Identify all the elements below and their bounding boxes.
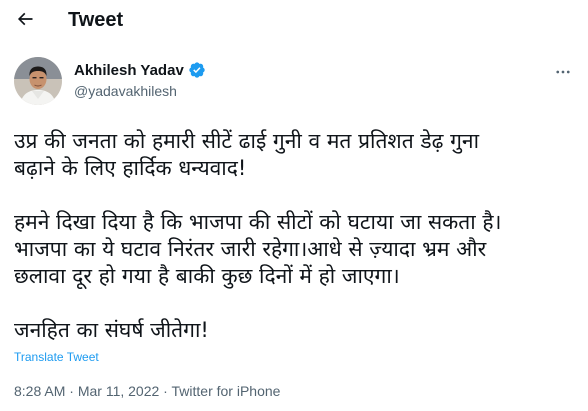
translate-tweet-link[interactable]: Translate Tweet <box>14 350 99 364</box>
page-title: Tweet <box>68 9 124 31</box>
arrow-left-icon <box>15 9 35 33</box>
more-horizontal-icon <box>554 63 572 85</box>
name-row: Akhilesh Yadav <box>74 61 206 79</box>
tweet-paragraph: हमने दिखा दिया है कि भाजपा की सीटों को घ… <box>14 210 502 288</box>
tweet-paragraph: उप्र की जनता को हमारी सीटें ढाई गुनी व म… <box>14 129 480 180</box>
author-handle[interactable]: @yadavakhilesh <box>74 83 177 99</box>
tweet-metadata: 8:28 AM · Mar 11, 2022 · Twitter for iPh… <box>14 383 280 399</box>
separator: · <box>65 383 78 399</box>
separator: · <box>159 383 172 399</box>
top-bar: Tweet <box>0 0 588 42</box>
avatar[interactable] <box>14 57 62 105</box>
author-name[interactable]: Akhilesh Yadav <box>74 62 184 79</box>
tweet-time[interactable]: 8:28 AM <box>14 383 65 399</box>
verified-badge-icon <box>188 61 206 79</box>
tweet-date[interactable]: Mar 11, 2022 <box>78 383 159 399</box>
tweet-paragraph: जनहित का संघर्ष जीतेगा! <box>14 318 209 342</box>
tweet-source[interactable]: Twitter for iPhone <box>172 383 281 399</box>
back-button[interactable] <box>10 6 40 36</box>
tweet-author: Akhilesh Yadav @yadavakhilesh <box>14 57 574 107</box>
tweet-text: उप्र की जनता को हमारी सीटें ढाई गुनी व म… <box>14 128 574 344</box>
more-options-button[interactable] <box>552 63 574 85</box>
